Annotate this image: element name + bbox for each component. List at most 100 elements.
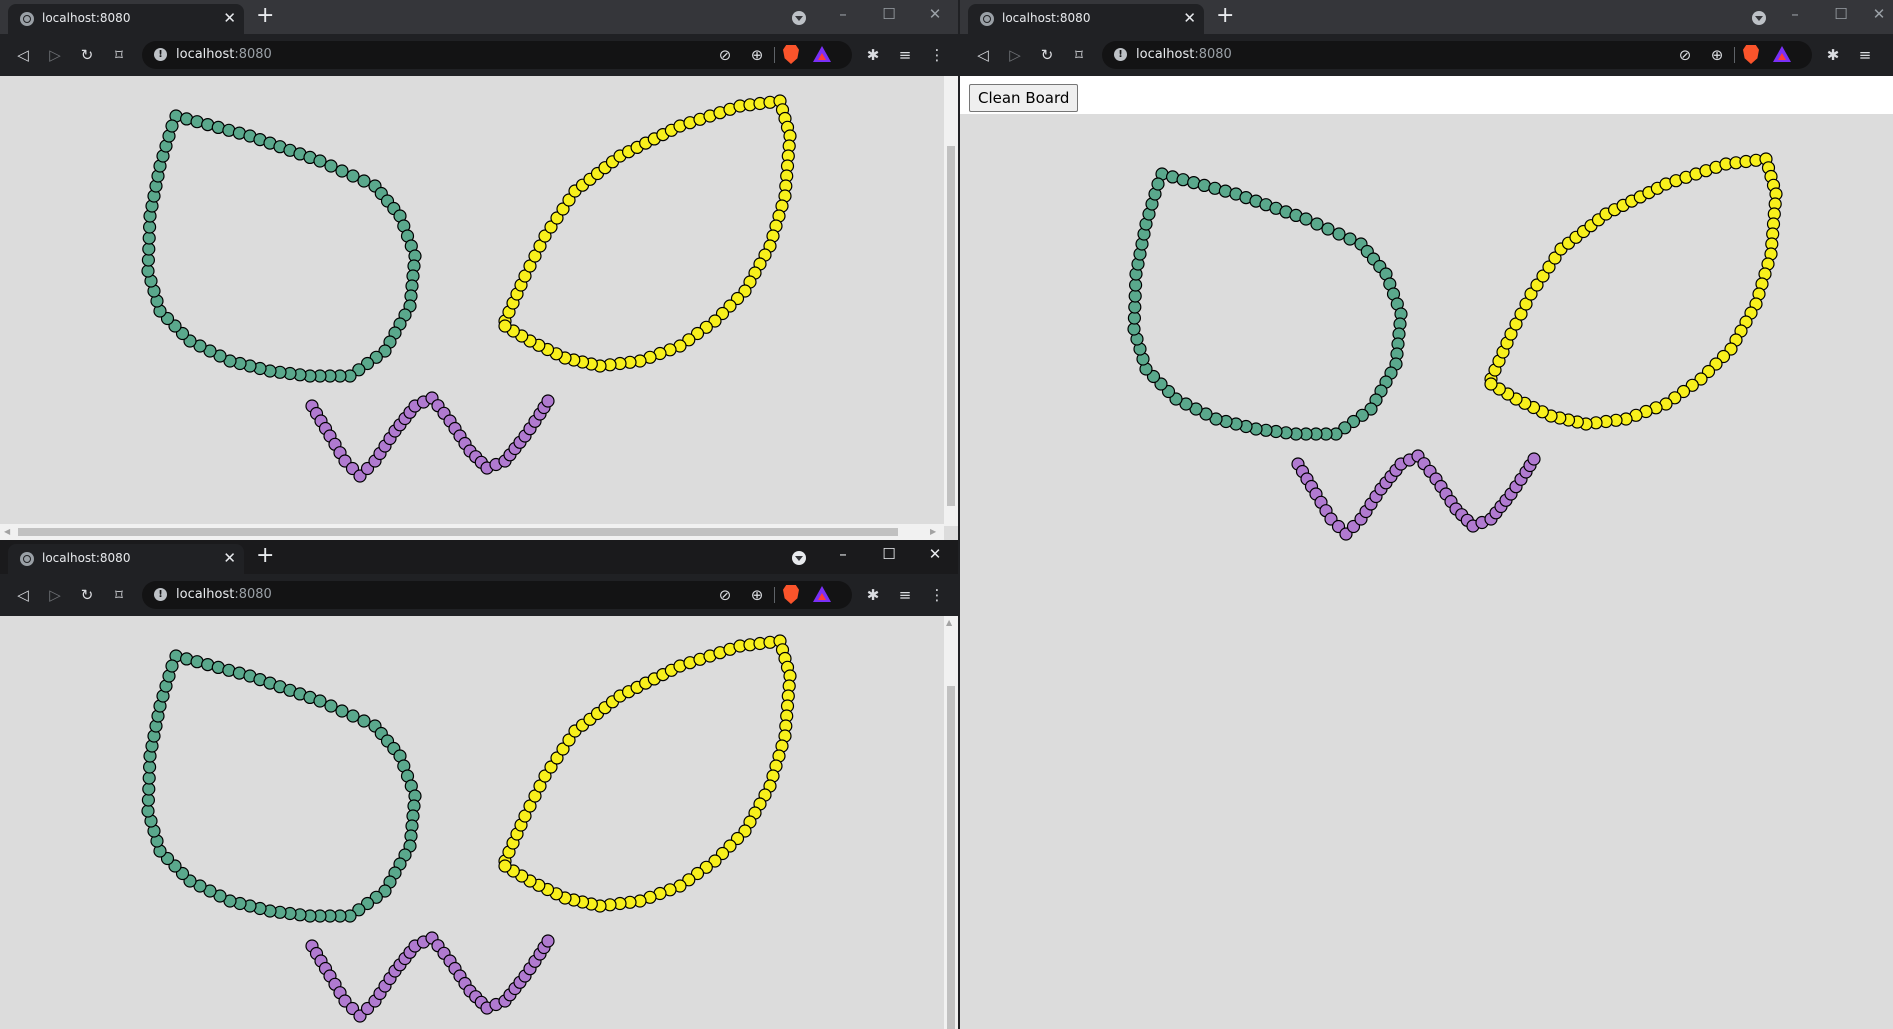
menu-icon[interactable]: ⋮: [928, 46, 946, 64]
drawing-canvas[interactable]: [0, 616, 944, 1029]
close-tab-icon[interactable]: ✕: [223, 549, 236, 567]
tab-strip: localhost:8080 ✕ + – ☐ ✕: [960, 0, 1893, 34]
back-icon[interactable]: ◁: [14, 586, 32, 604]
bookmark-icon[interactable]: ⌑: [110, 586, 128, 604]
close-window-icon[interactable]: ✕: [1856, 0, 1893, 30]
minimize-icon[interactable]: –: [1772, 0, 1818, 30]
zoom-icon[interactable]: ⊕: [748, 586, 766, 604]
reload-icon[interactable]: ↻: [78, 586, 96, 604]
extensions-icon[interactable]: ✱: [864, 586, 882, 604]
brave-shield-icon[interactable]: [1743, 45, 1759, 64]
minimize-icon[interactable]: –: [820, 0, 866, 30]
green-dot: [141, 253, 155, 267]
address-bar[interactable]: ! localhost:8080 ⊘ ⊕: [142, 581, 852, 609]
tab-strip: localhost:8080 ✕ + – ☐ ✕: [0, 0, 958, 34]
brave-rewards-icon[interactable]: [1773, 46, 1791, 62]
reload-icon[interactable]: ↻: [1038, 46, 1056, 64]
forward-icon[interactable]: ▷: [1006, 46, 1024, 64]
purple-dot: [541, 394, 555, 408]
vertical-scrollbar[interactable]: ▲: [944, 616, 958, 1029]
tab[interactable]: localhost:8080 ✕: [8, 4, 244, 34]
url-text: localhost:8080: [1136, 47, 1232, 62]
toolbar: ◁ ▷ ↻ ⌑ ! localhost:8080 ⊘ ⊕ ✱ ≡ ⋮: [0, 574, 958, 616]
reload-icon[interactable]: ↻: [78, 46, 96, 64]
close-window-icon[interactable]: ✕: [912, 540, 958, 570]
tab-search-icon[interactable]: [792, 11, 806, 25]
scroll-up-icon[interactable]: ▲: [946, 618, 952, 628]
horizontal-scrollbar[interactable]: ◀ ▶: [0, 524, 944, 540]
maximize-icon[interactable]: ☐: [866, 0, 912, 30]
scroll-thumb[interactable]: [947, 686, 955, 1029]
cast-icon[interactable]: ⊘: [716, 586, 734, 604]
url-text: localhost:8080: [176, 587, 272, 602]
new-tab-icon[interactable]: +: [256, 544, 274, 568]
scroll-thumb[interactable]: [947, 146, 955, 506]
close-tab-icon[interactable]: ✕: [1183, 9, 1196, 27]
back-icon[interactable]: ◁: [14, 46, 32, 64]
media-icon[interactable]: ≡: [1856, 46, 1874, 64]
scroll-left-icon[interactable]: ◀: [4, 527, 10, 537]
close-tab-icon[interactable]: ✕: [223, 9, 236, 27]
globe-icon: [20, 12, 34, 26]
tab-title: localhost:8080: [42, 551, 131, 565]
cast-icon[interactable]: ⊘: [716, 46, 734, 64]
extensions-icon[interactable]: ✱: [1824, 46, 1842, 64]
menu-icon[interactable]: ⋮: [928, 586, 946, 604]
maximize-icon[interactable]: ☐: [866, 540, 912, 570]
forward-icon[interactable]: ▷: [46, 586, 64, 604]
green-dot: [1128, 300, 1142, 314]
tab[interactable]: localhost:8080 ✕: [968, 4, 1204, 34]
address-bar[interactable]: ! localhost:8080 ⊘ ⊕: [142, 41, 852, 69]
scroll-thumb[interactable]: [18, 528, 898, 536]
green-dot: [346, 709, 360, 723]
forward-icon[interactable]: ▷: [46, 46, 64, 64]
green-dot: [141, 804, 155, 818]
green-dot: [141, 793, 155, 807]
site-info-icon[interactable]: !: [154, 588, 167, 601]
media-icon[interactable]: ≡: [896, 46, 914, 64]
extensions-icon[interactable]: ✱: [864, 46, 882, 64]
purple-dot: [1527, 452, 1541, 466]
green-dot: [143, 220, 157, 234]
bookmark-icon[interactable]: ⌑: [1070, 46, 1088, 64]
brave-rewards-icon[interactable]: [813, 586, 831, 602]
green-dot: [1129, 278, 1143, 292]
green-dot: [1127, 322, 1141, 336]
cast-icon[interactable]: ⊘: [1676, 46, 1694, 64]
tab-title: localhost:8080: [42, 11, 131, 25]
drawing-canvas[interactable]: [0, 76, 958, 506]
media-icon[interactable]: ≡: [896, 586, 914, 604]
minimize-icon[interactable]: –: [820, 540, 866, 570]
close-window-icon[interactable]: ✕: [912, 0, 958, 30]
new-tab-icon[interactable]: +: [1216, 4, 1234, 28]
tab[interactable]: localhost:8080 ✕: [8, 544, 244, 574]
brave-rewards-icon[interactable]: [813, 46, 831, 62]
browser-window-right: localhost:8080 ✕ + – ☐ ✕ ◁ ▷ ↻ ⌑ ! local…: [960, 0, 1893, 1029]
drawing-canvas[interactable]: [972, 114, 1893, 1029]
address-bar[interactable]: ! localhost:8080 ⊘ ⊕: [1102, 41, 1812, 69]
brave-shield-icon[interactable]: [783, 45, 799, 64]
zoom-icon[interactable]: ⊕: [1708, 46, 1726, 64]
site-info-icon[interactable]: !: [1114, 48, 1127, 61]
tab-title: localhost:8080: [1002, 11, 1091, 25]
brave-shield-icon[interactable]: [783, 585, 799, 604]
url-text: localhost:8080: [176, 47, 272, 62]
back-icon[interactable]: ◁: [974, 46, 992, 64]
tab-search-icon[interactable]: [792, 551, 806, 565]
clean-board-button[interactable]: Clean Board: [969, 84, 1079, 112]
new-tab-icon[interactable]: +: [256, 4, 274, 28]
green-dot: [141, 264, 155, 278]
zoom-icon[interactable]: ⊕: [748, 46, 766, 64]
separator: [774, 47, 775, 63]
scroll-right-icon[interactable]: ▶: [930, 527, 936, 537]
globe-icon: [980, 12, 994, 26]
green-dot: [1321, 222, 1335, 236]
site-info-icon[interactable]: !: [154, 48, 167, 61]
green-dot: [313, 154, 327, 168]
green-dot: [165, 659, 179, 673]
vertical-scrollbar[interactable]: [944, 76, 958, 526]
tab-search-icon[interactable]: [1752, 11, 1766, 25]
bookmark-icon[interactable]: ⌑: [110, 46, 128, 64]
green-dot: [142, 782, 156, 796]
green-dot: [324, 699, 338, 713]
